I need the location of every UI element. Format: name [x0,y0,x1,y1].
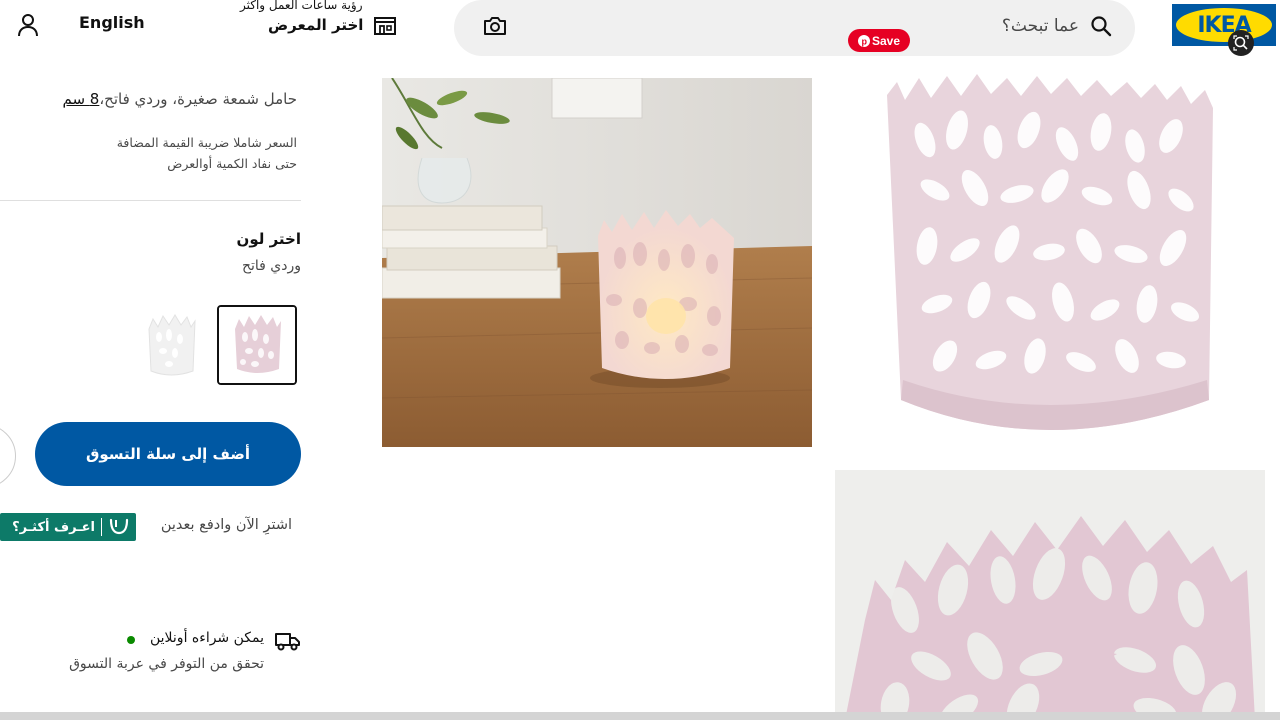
user-icon[interactable] [16,12,40,38]
store-hours-link[interactable]: رؤية ساعات العمل واكثر [240,0,363,12]
price-note-line2: حتى نفاد الكمية أوالعرض [167,156,297,171]
product-size-link[interactable]: 8 سم [62,90,99,108]
tabby-label: اعـرف أكثـر؟ [12,519,95,535]
language-toggle[interactable]: English [79,13,145,32]
pinterest-save-button[interactable]: p Save [848,29,910,52]
color-value: وردي فاتح [241,258,301,274]
favorite-button[interactable] [0,424,16,488]
tabby-separator [101,518,102,536]
svg-text:p: p [861,36,867,46]
product-image-main[interactable] [835,60,1265,455]
online-availability: يمكن شراءه أونلاين [150,630,264,646]
bnpl-text: اشترِ الآن وادفع بعدين [160,517,292,533]
search-icon[interactable] [1089,14,1113,38]
product-image-scene[interactable] [382,78,812,447]
camera-icon[interactable] [482,14,508,38]
search-bar [454,0,1135,56]
horizontal-scrollbar[interactable] [0,712,1280,720]
product-description: حامل شمعة صغيرة، وردي فاتح،8 سم [62,90,297,108]
lens-icon[interactable] [1228,30,1254,56]
save-label: Save [871,33,901,48]
price-note: السعر شاملا ضريبة القيمة المضافة حتى نفا… [117,132,297,174]
store-select-button[interactable]: اختر المعرض [268,16,363,34]
swatch-pink[interactable] [217,305,297,385]
online-status-dot [127,636,135,644]
color-title: اختر لون [236,230,301,248]
tabby-learn-more[interactable]: اعـرف أكثـر؟ [0,513,136,541]
check-availability-text: تحقق من التوفر في عربة التسوق [69,656,264,672]
swatch-white[interactable] [133,305,213,385]
price-note-line1: السعر شاملا ضريبة القيمة المضافة [116,135,297,150]
logo-oval: IKEA [1176,8,1272,42]
ikea-logo[interactable]: IKEA [1172,4,1276,46]
delivery-truck-icon [274,630,302,652]
product-image-closeup[interactable] [835,470,1265,720]
add-to-cart-button[interactable]: أضف إلى سلة التسوق [35,422,301,486]
product-name: حامل شمعة صغيرة، وردي فاتح، [99,90,297,108]
store-icon[interactable] [372,14,398,38]
search-input[interactable] [579,10,1079,42]
tabby-logo-icon [108,516,130,538]
divider [0,200,301,201]
